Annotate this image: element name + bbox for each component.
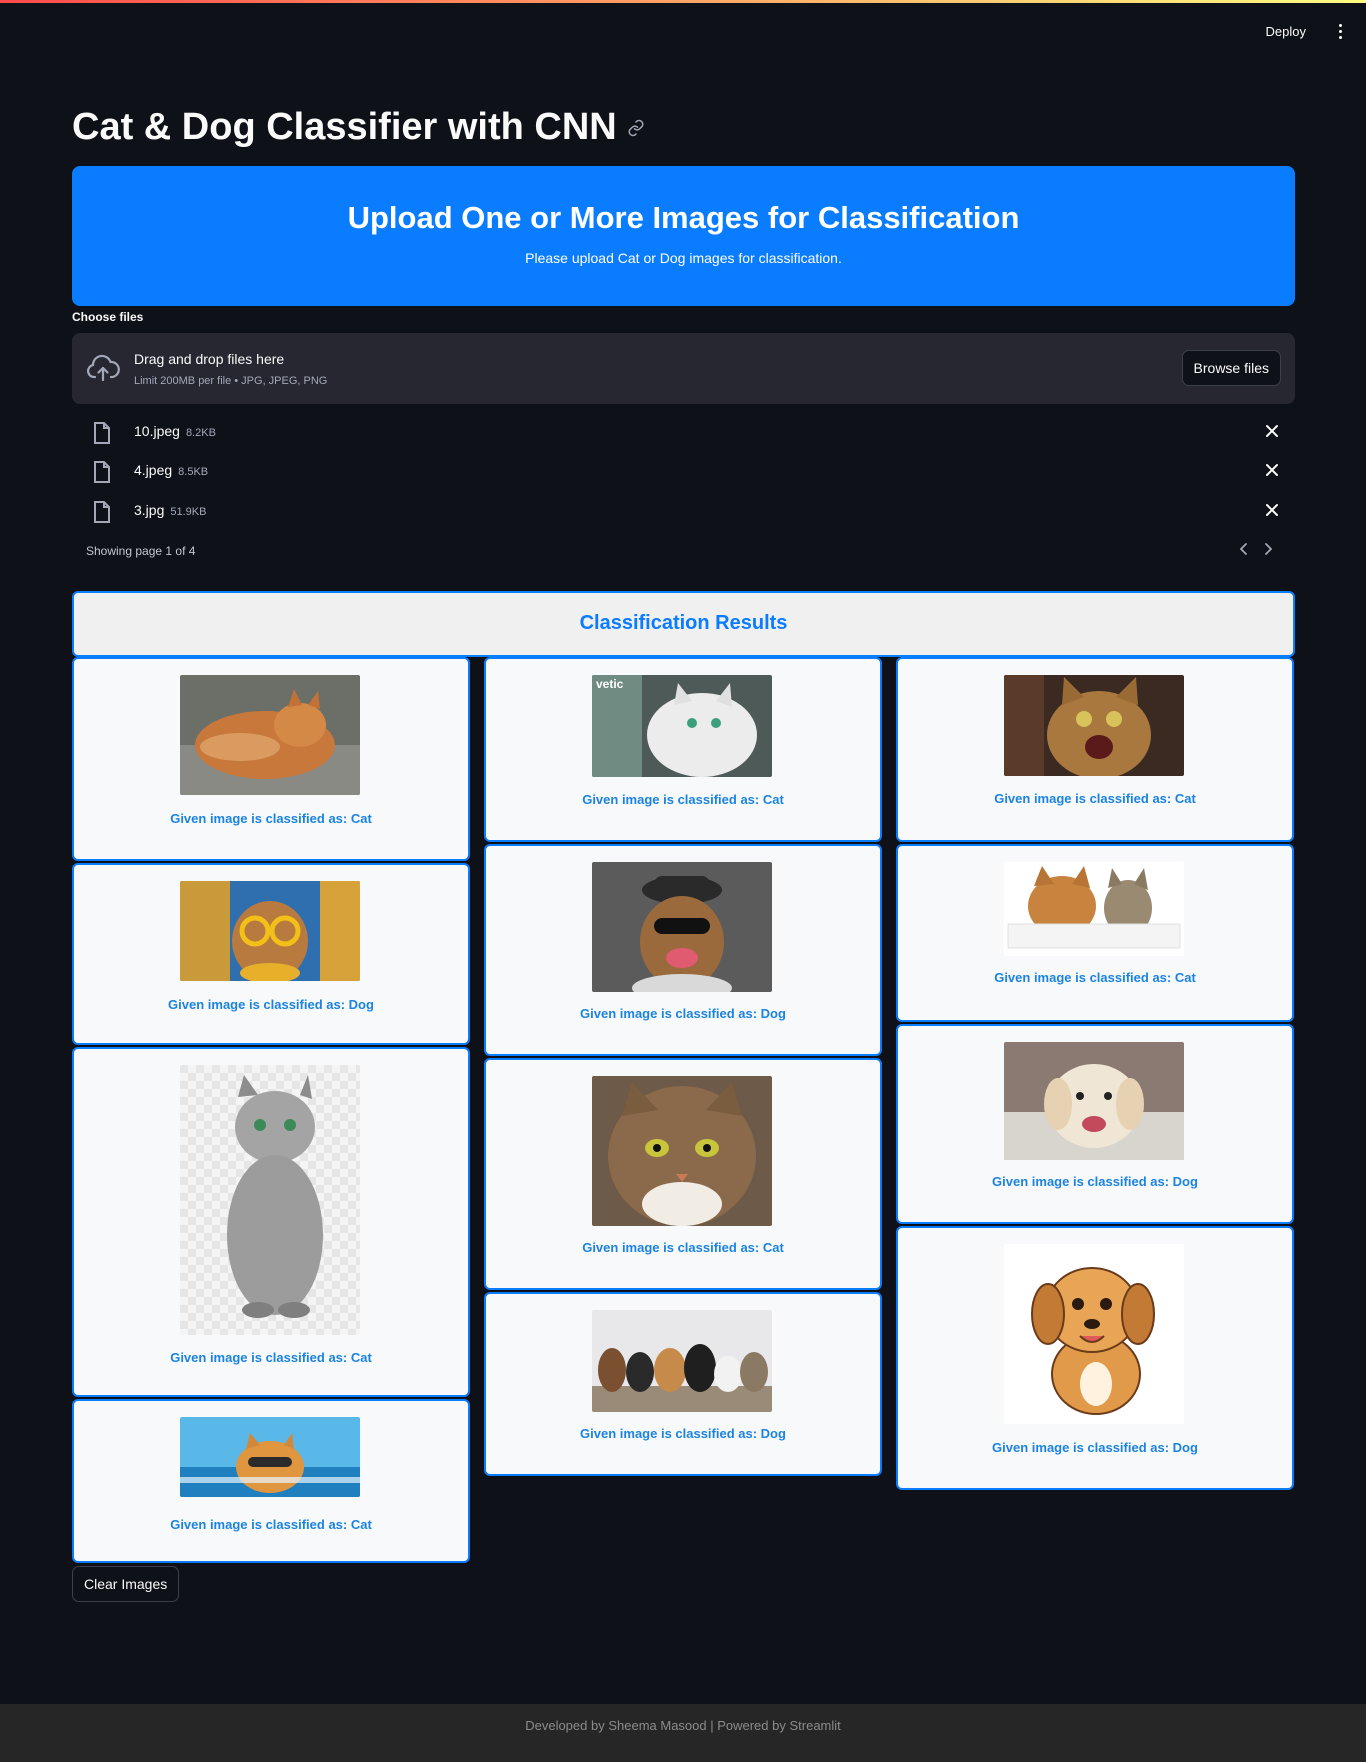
result-caption: Given image is classified as: Dog [580,1426,786,1441]
result-card: Given image is classified as: Dog [896,1226,1294,1490]
file-name-group: 10.jpeg 8.2KB [134,423,216,439]
file-name-group: 3.jpg 51.9KB [134,502,206,518]
file-icon [92,501,112,528]
uploaded-file-row: 4.jpeg 8.5KB [72,453,1295,489]
remove-file-close-icon[interactable] [1263,461,1281,484]
deploy-button[interactable]: Deploy [1262,18,1310,45]
app-toolbar: Deploy [1262,18,1348,45]
result-card: Given image is classified as: Cat [72,1399,470,1563]
file-name: 10.jpeg [134,423,180,439]
result-caption: Given image is classified as: Cat [170,811,372,826]
result-image [180,1065,360,1335]
result-caption: Given image is classified as: Dog [168,997,374,1012]
results-header: Classification Results [72,591,1295,657]
result-caption: Given image is classified as: Cat [170,1350,372,1365]
file-name-group: 4.jpeg 8.5KB [134,462,208,478]
result-card: Given image is classified as: Dog [484,844,882,1056]
uploaded-file-row: 3.jpg 51.9KB [72,493,1295,529]
result-card: vetic Given image is classified as: Cat [484,657,882,842]
file-icon [92,422,112,449]
result-card: Given image is classified as: Cat [72,1047,470,1397]
pagination-text: Showing page 1 of 4 [86,544,196,558]
result-image [1004,862,1184,956]
file-name: 3.jpg [134,502,165,518]
result-card: Given image is classified as: Cat [896,844,1294,1022]
pagination-controls [1239,542,1273,561]
file-size: 8.5KB [178,466,209,478]
clear-images-button[interactable]: Clear Images [72,1566,180,1602]
chevron-right-icon[interactable] [1263,542,1273,561]
result-image [592,1076,772,1226]
uploader-label: Choose files [72,310,144,324]
result-image [1004,1244,1184,1424]
kebab-menu-icon[interactable] [1332,22,1348,42]
result-card: Given image is classified as: Cat [72,657,470,861]
result-caption: Given image is classified as: Cat [994,791,1196,806]
file-icon [92,461,112,488]
result-card: Given image is classified as: Cat [896,657,1294,842]
file-size: 8.2KB [185,427,216,439]
page-title-row: Cat & Dog Classifier with CNN [72,106,645,149]
result-caption: Given image is classified as: Cat [994,970,1196,985]
result-image [1004,1042,1184,1160]
result-image: vetic [592,675,772,777]
chevron-left-icon[interactable] [1239,542,1249,561]
dropzone-title: Drag and drop files here [134,351,285,367]
result-card: Given image is classified as: Dog [72,863,470,1045]
result-image [592,1310,772,1412]
page-title: Cat & Dog Classifier with CNN [72,106,617,148]
result-card: Given image is classified as: Dog [896,1024,1294,1224]
result-caption: Given image is classified as: Cat [582,792,784,807]
footer: Developed by Sheema Masood | Powered by … [0,1704,1366,1762]
file-name: 4.jpeg [134,462,173,478]
remove-file-close-icon[interactable] [1263,501,1281,524]
result-card: Given image is classified as: Cat [484,1058,882,1290]
result-image [180,1417,360,1497]
result-caption: Given image is classified as: Dog [992,1174,1198,1189]
uploaded-file-row: 10.jpeg 8.2KB [72,414,1295,450]
file-size: 51.9KB [170,506,207,518]
cloud-upload-icon [86,353,120,388]
result-caption: Given image is classified as: Cat [170,1517,372,1532]
remove-file-close-icon[interactable] [1263,422,1281,445]
dropzone-limit: Limit 200MB per file • JPG, JPEG, PNG [134,375,328,387]
image-watermark: vetic [596,677,624,691]
result-caption: Given image is classified as: Dog [992,1440,1198,1455]
result-caption: Given image is classified as: Dog [580,1006,786,1021]
decoration-bar [0,0,1366,3]
result-image [592,862,772,992]
file-dropzone[interactable]: Drag and drop files here Limit 200MB per… [72,333,1295,404]
upload-banner: Upload One or More Images for Classifica… [72,166,1295,306]
result-card: Given image is classified as: Dog [484,1292,882,1476]
banner-subtitle: Please upload Cat or Dog images for clas… [525,250,842,266]
link-icon[interactable] [627,119,645,137]
result-image [180,675,360,795]
result-caption: Given image is classified as: Cat [582,1240,784,1255]
banner-title: Upload One or More Images for Classifica… [347,200,1020,235]
browse-files-button[interactable]: Browse files [1181,350,1281,386]
result-image [180,881,360,981]
result-image [1004,675,1184,776]
